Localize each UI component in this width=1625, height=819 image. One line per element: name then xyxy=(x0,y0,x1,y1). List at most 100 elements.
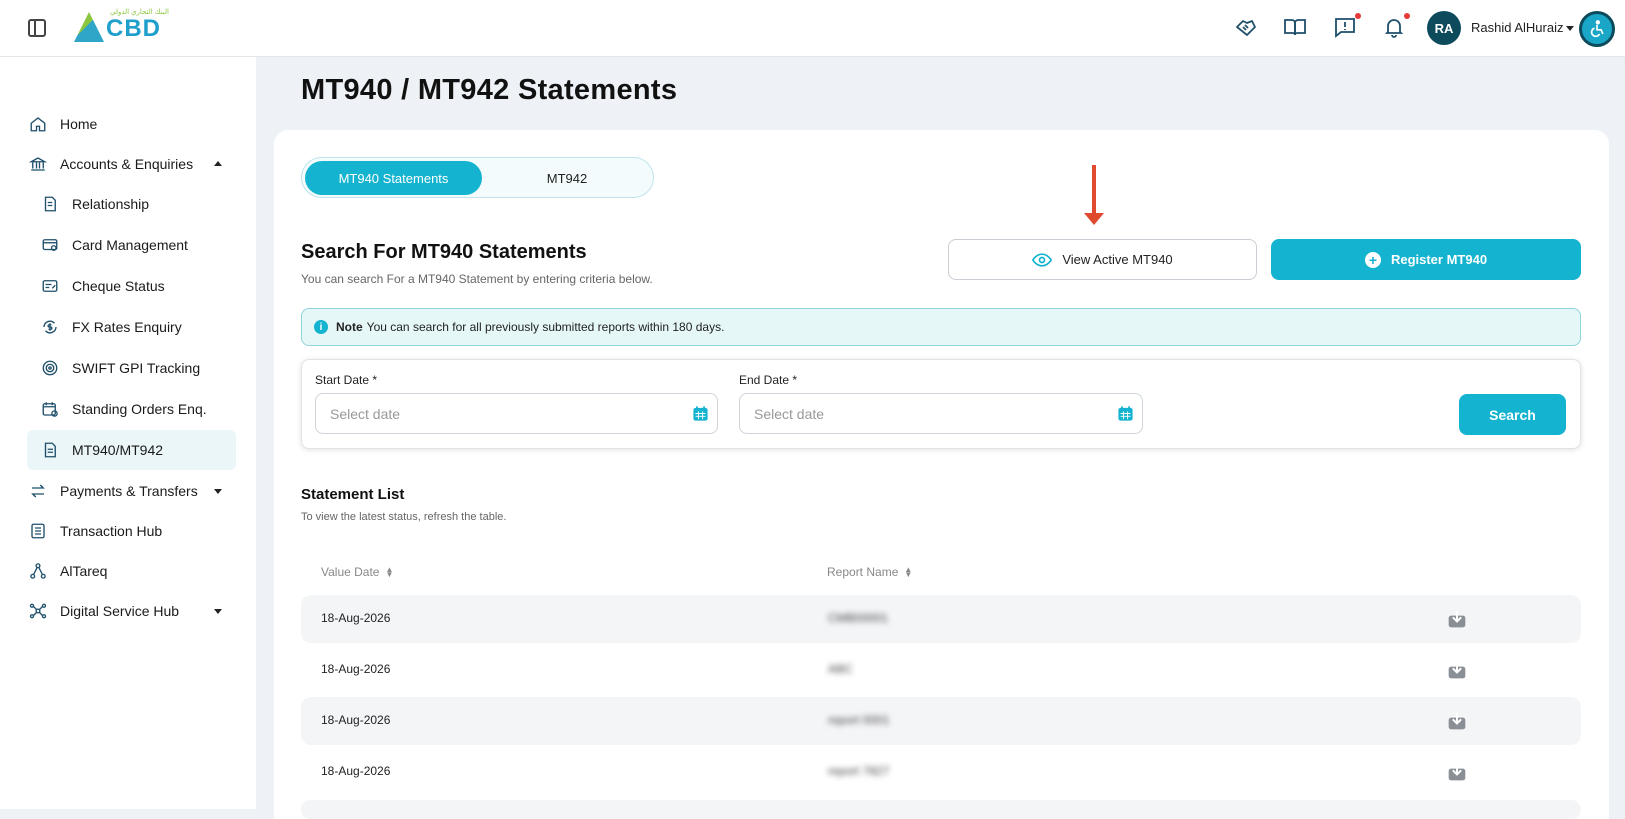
start-date-input[interactable]: Select date xyxy=(315,393,718,434)
table-row: 18-Aug-2026 report 0001 xyxy=(301,697,1581,745)
tab-mt942[interactable]: MT942 xyxy=(482,161,652,195)
feedback-icon[interactable] xyxy=(1333,13,1361,39)
sidebar-item-home[interactable]: Home xyxy=(28,104,97,144)
register-mt940-button[interactable]: + Register MT940 xyxy=(1271,239,1581,280)
logo-arabic-text: البنك التجاري الدولي xyxy=(110,9,169,16)
sidebar-item-label: Relationship xyxy=(72,196,150,212)
sidebar-item-label: Standing Orders Enq. xyxy=(72,401,207,417)
sidebar-item-payments-transfers[interactable]: Payments & Transfers xyxy=(28,471,198,511)
search-button[interactable]: Search xyxy=(1459,394,1566,435)
eye-icon xyxy=(1032,252,1053,267)
column-header-report-name[interactable]: Report Name ▲ ▼ xyxy=(827,565,912,579)
column-header-value-date[interactable]: Value Date ▲ ▼ xyxy=(321,565,393,579)
plus-circle-icon: + xyxy=(1364,251,1381,268)
download-icon[interactable] xyxy=(1447,660,1467,680)
info-icon: i xyxy=(314,320,328,334)
sidebar-item-transaction-hub[interactable]: Transaction Hub xyxy=(28,511,162,551)
search-section-subtitle: You can search For a MT940 Statement by … xyxy=(301,272,653,286)
report-name-cell: report 7827 xyxy=(828,764,890,778)
home-icon xyxy=(28,114,48,134)
cbd-logo[interactable]: CBD البنك التجاري الدولي xyxy=(74,9,169,42)
value-date-cell: 18-Aug-2026 xyxy=(321,713,391,727)
sidebar-item-accounts-enquiries[interactable]: Accounts & Enquiries xyxy=(28,144,193,184)
value-date-cell: 18-Aug-2026 xyxy=(321,611,391,625)
feedback-dot xyxy=(1355,13,1361,19)
download-icon[interactable] xyxy=(1447,762,1467,782)
sidebar-item-mt940-mt942[interactable]: MT940/MT942 xyxy=(27,430,236,470)
calendar-icon[interactable] xyxy=(1117,405,1134,422)
note-banner: i Note You can search for all previously… xyxy=(301,308,1581,346)
end-date-label: End Date * xyxy=(739,373,798,387)
note-text: You can search for all previously submit… xyxy=(366,320,725,334)
expand-caret-icon[interactable] xyxy=(214,609,222,614)
handshake-icon[interactable] xyxy=(1234,15,1258,39)
bell-icon[interactable] xyxy=(1382,13,1410,39)
book-icon[interactable] xyxy=(1283,15,1307,39)
table-row: 18-Aug-2026 report 7827 xyxy=(301,748,1581,796)
expand-caret-icon[interactable] xyxy=(214,489,222,494)
sidebar-item-label: Cheque Status xyxy=(72,278,165,294)
page-title: MT940 / MT942 Statements xyxy=(301,74,678,106)
download-icon[interactable] xyxy=(1447,711,1467,731)
transfer-arrows-icon xyxy=(28,481,48,501)
sidebar-item-fx-rates[interactable]: FX Rates Enquiry xyxy=(40,307,182,347)
document-icon xyxy=(40,440,60,460)
sidebar-item-swift-gpi[interactable]: SWIFT GPI Tracking xyxy=(40,348,200,388)
sidebar-item-digital-service-hub[interactable]: Digital Service Hub xyxy=(28,591,179,631)
sidebar: Home Accounts & Enquiries Relationship C… xyxy=(0,57,256,809)
user-name[interactable]: Rashid AlHuraiz xyxy=(1471,20,1564,35)
search-section-title: Search For MT940 Statements xyxy=(301,241,587,263)
statement-list-subtitle: To view the latest status, refresh the t… xyxy=(301,511,507,523)
sidebar-item-cheque-status[interactable]: Cheque Status xyxy=(40,266,165,306)
annotation-arrow xyxy=(1084,165,1104,225)
table-row: 18-Aug-2026 ABC xyxy=(301,646,1581,694)
hub-icon xyxy=(28,601,48,621)
view-active-mt940-button[interactable]: View Active MT940 xyxy=(948,239,1257,280)
sidebar-item-label: Card Management xyxy=(72,237,188,253)
sort-icon[interactable]: ▲ ▼ xyxy=(904,566,912,579)
end-date-input[interactable]: Select date xyxy=(739,393,1143,434)
report-name-cell: report 0001 xyxy=(828,713,890,727)
tab-mt940-statements[interactable]: MT940 Statements xyxy=(305,161,482,195)
sidebar-item-card-management[interactable]: Card Management xyxy=(40,225,188,265)
view-active-label: View Active MT940 xyxy=(1062,252,1173,267)
calendar-clock-icon xyxy=(40,399,60,419)
sidebar-item-label: Home xyxy=(60,116,98,132)
logo-text: CBD xyxy=(106,15,161,42)
relationship-icon xyxy=(40,194,60,214)
statement-type-tabs: MT940 Statements MT942 xyxy=(301,157,654,198)
column-header-label: Value Date xyxy=(321,565,380,579)
sidebar-item-standing-orders[interactable]: Standing Orders Enq. xyxy=(40,389,207,429)
report-name-cell: ABC xyxy=(828,662,853,676)
calendar-icon[interactable] xyxy=(692,405,709,422)
sidebar-item-label: SWIFT GPI Tracking xyxy=(72,360,201,376)
list-box-icon xyxy=(28,521,48,541)
sidebar-item-label: Payments & Transfers xyxy=(60,483,198,499)
start-date-placeholder: Select date xyxy=(330,405,401,422)
statement-list-title: Statement List xyxy=(301,486,405,503)
sidebar-item-relationship[interactable]: Relationship xyxy=(40,184,149,224)
sidebar-item-label: MT940/MT942 xyxy=(72,442,164,458)
target-icon xyxy=(40,358,60,378)
notification-dot xyxy=(1404,13,1410,19)
sidebar-item-label: Transaction Hub xyxy=(60,523,163,539)
sort-icon[interactable]: ▲ ▼ xyxy=(385,566,393,579)
avatar[interactable]: RA xyxy=(1427,11,1461,45)
download-icon[interactable] xyxy=(1447,609,1467,629)
cheque-icon xyxy=(40,276,60,296)
collapse-caret-icon[interactable] xyxy=(214,161,222,166)
sidebar-item-label: Digital Service Hub xyxy=(60,603,180,619)
user-menu-caret-icon[interactable] xyxy=(1566,26,1574,31)
network-icon xyxy=(28,561,48,581)
sidebar-item-label: AlTareq xyxy=(60,563,108,579)
top-header: CBD البنك التجاري الدولي RA Rashid AlHur… xyxy=(0,0,1625,57)
sidebar-item-altareq[interactable]: AlTareq xyxy=(28,551,107,591)
value-date-cell: 18-Aug-2026 xyxy=(321,764,391,778)
bank-icon xyxy=(28,154,48,174)
accessibility-icon[interactable] xyxy=(1579,11,1615,47)
register-label: Register MT940 xyxy=(1390,252,1488,267)
report-name-cell: CMB00001 xyxy=(828,611,889,625)
logo-mark-icon xyxy=(74,12,104,42)
table-row: 18-Aug-2026 CMB00001 xyxy=(301,595,1581,643)
sidebar-toggle-icon[interactable] xyxy=(28,19,46,37)
